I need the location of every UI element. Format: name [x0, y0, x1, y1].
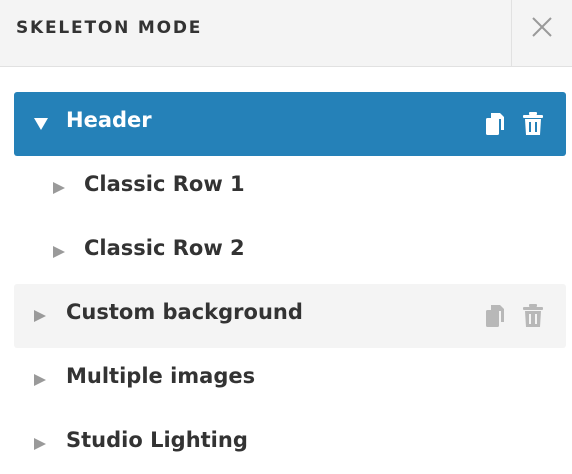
close-icon [532, 17, 552, 37]
tree-item-classic-row-1[interactable]: Classic Row 1 [14, 156, 566, 220]
panel-title: SKELETON MODE [16, 18, 203, 38]
tree-item-multiple-images[interactable]: Multiple images [14, 348, 566, 412]
trash-icon[interactable] [522, 112, 544, 136]
duplicate-icon[interactable] [485, 112, 507, 136]
row-actions [475, 304, 544, 328]
duplicate-icon[interactable] [485, 304, 507, 328]
tree-item-label: Custom background [66, 300, 303, 324]
caret-right-icon[interactable] [33, 373, 47, 387]
tree-item-label: Header [66, 108, 152, 132]
tree-item-label: Classic Row 1 [84, 172, 245, 196]
tree-item-label: Classic Row 2 [84, 236, 245, 260]
tree-item-classic-row-2[interactable]: Classic Row 2 [14, 220, 566, 284]
panel-header: SKELETON MODE [0, 0, 572, 67]
row-actions [475, 112, 544, 136]
tree-item-studio-lighting[interactable]: Studio Lighting [14, 412, 566, 474]
caret-right-icon[interactable] [52, 245, 66, 259]
tree-item-custom-background[interactable]: Custom background [14, 284, 566, 348]
close-button[interactable] [511, 0, 572, 66]
trash-icon[interactable] [522, 304, 544, 328]
caret-right-icon[interactable] [52, 181, 66, 195]
tree-item-label: Studio Lighting [66, 428, 248, 452]
caret-down-icon[interactable] [33, 117, 49, 131]
tree-item-header[interactable]: Header [14, 92, 566, 156]
caret-right-icon[interactable] [33, 309, 47, 323]
caret-right-icon[interactable] [33, 437, 47, 451]
tree-item-label: Multiple images [66, 364, 256, 388]
